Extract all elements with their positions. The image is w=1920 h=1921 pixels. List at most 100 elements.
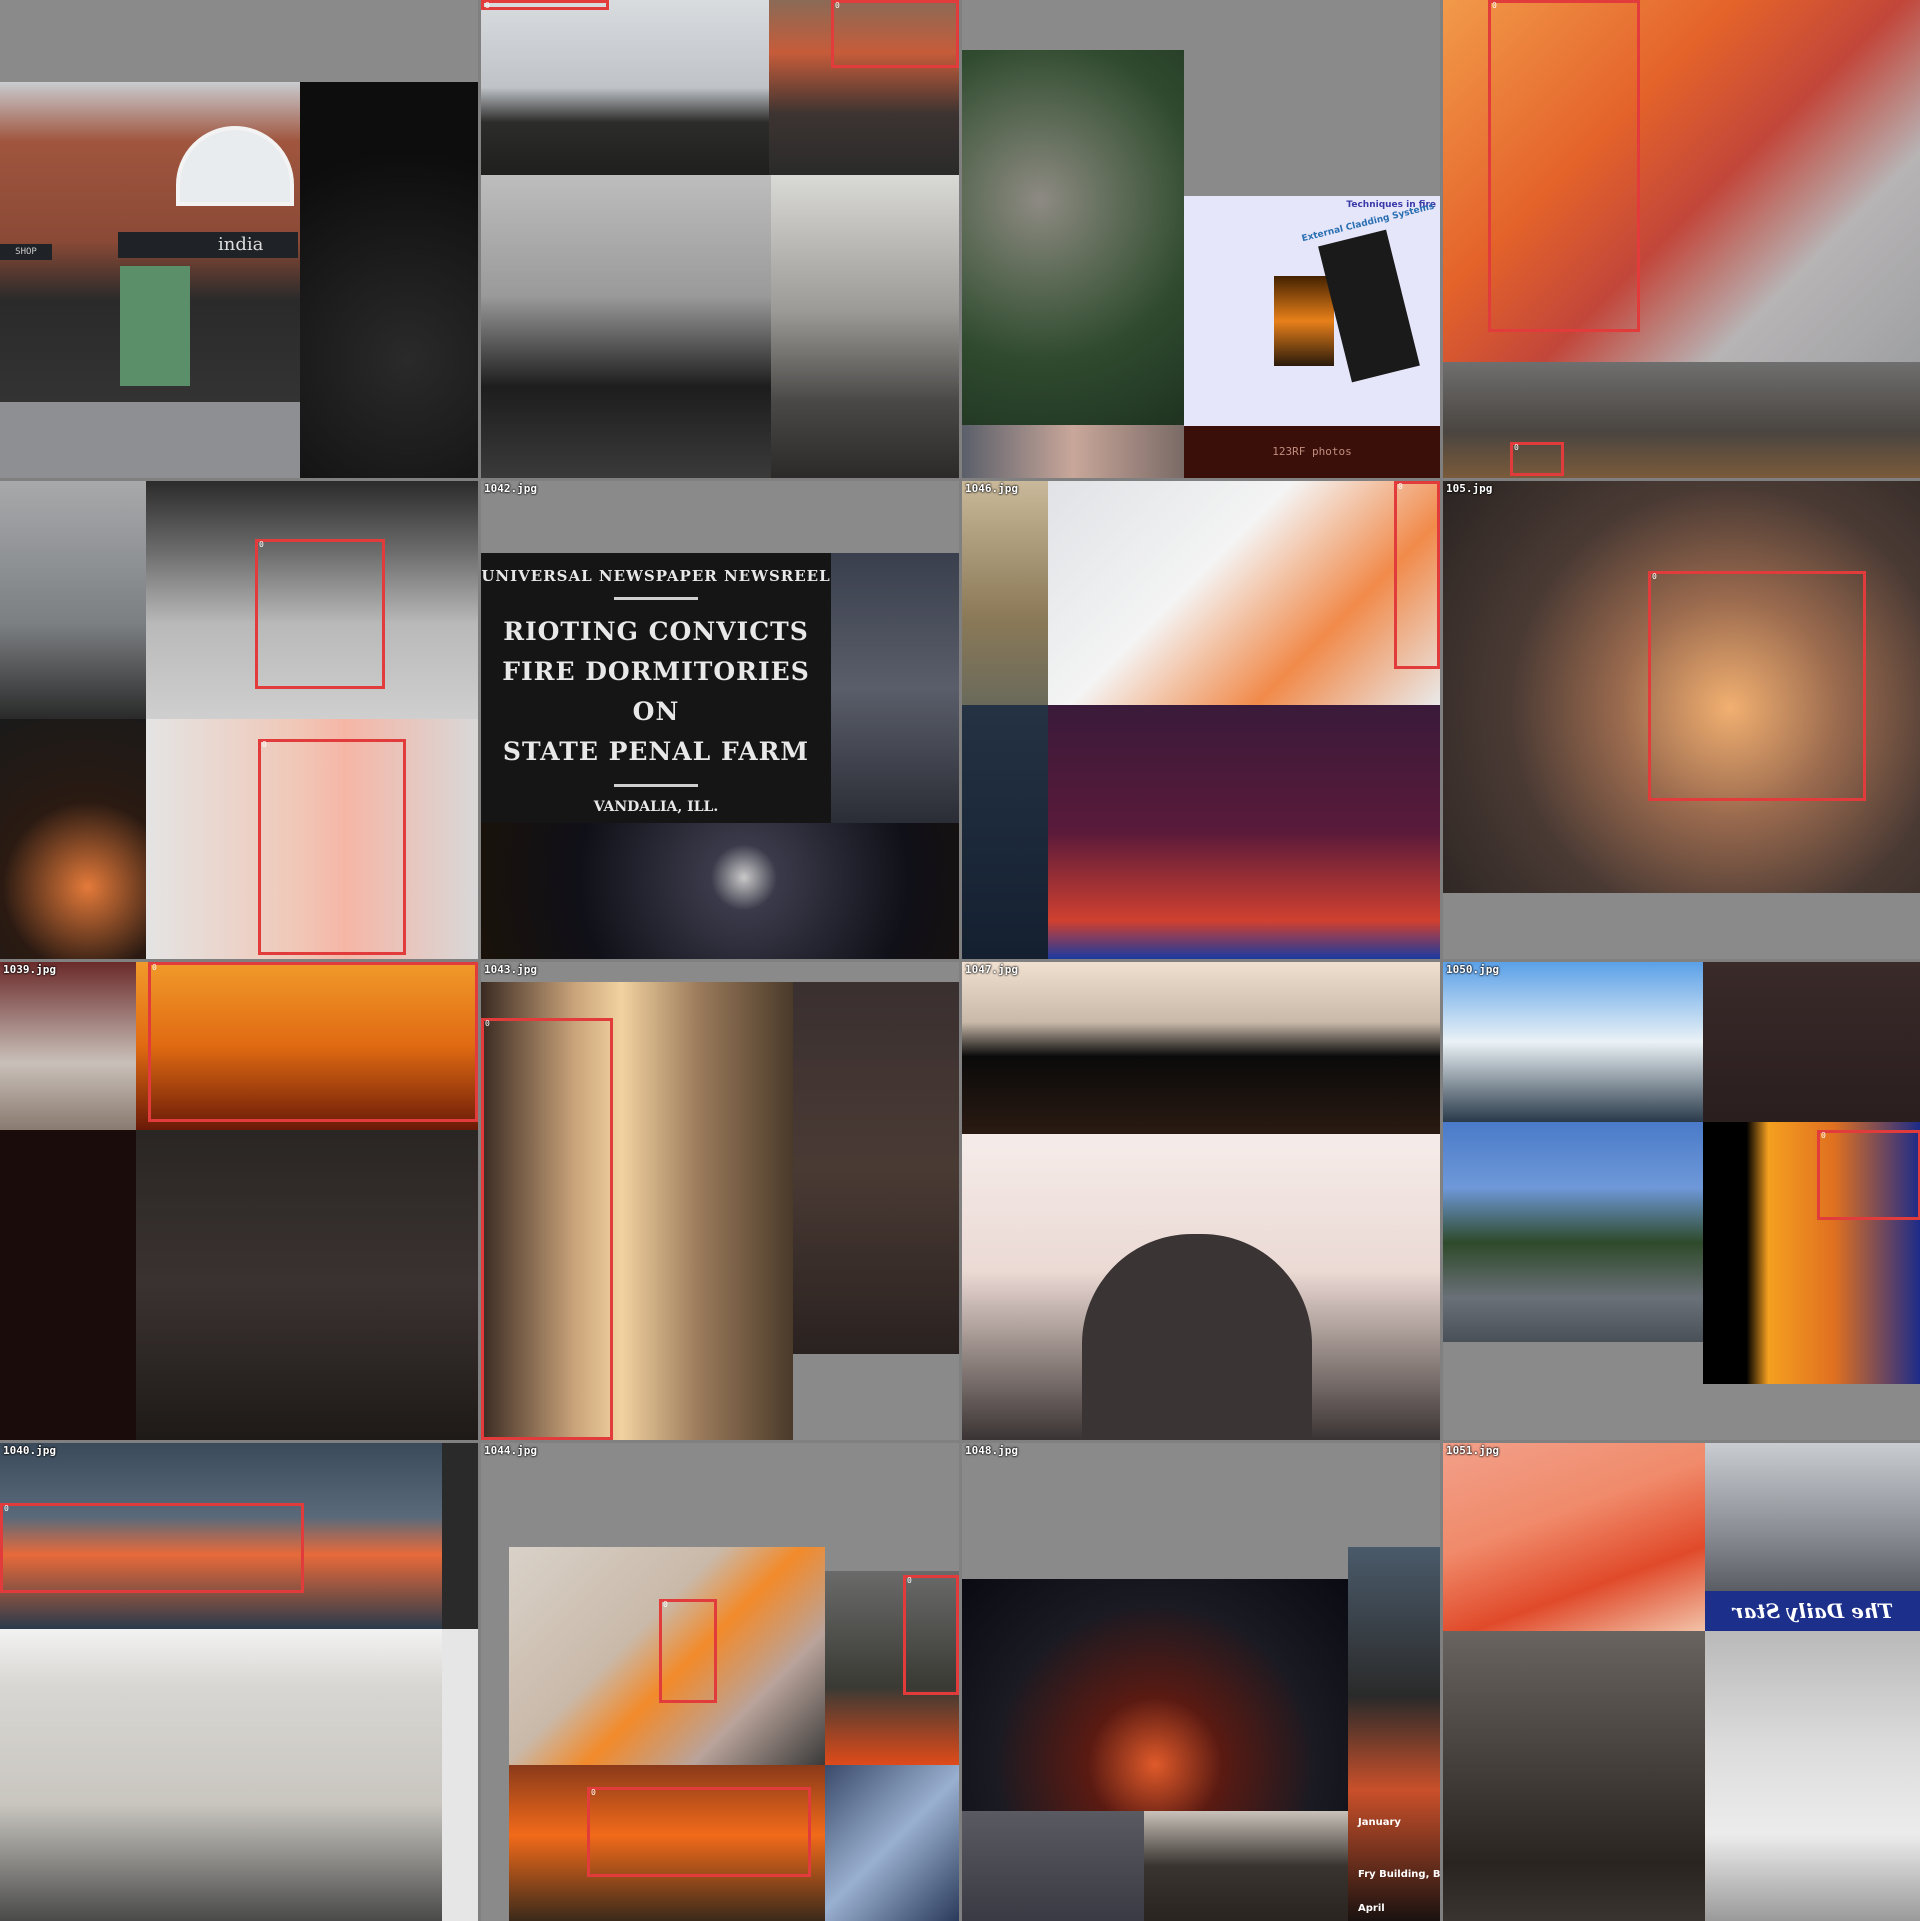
grid-cell-10[interactable]: 1043.jpg 0 [481,962,959,1440]
burnt-room-photo [1443,1631,1705,1921]
apartment-fire-photo [0,719,146,959]
image-label: 1044.jpg [484,1444,537,1457]
grid-cell-8[interactable]: 105.jpg 0 [1443,481,1920,959]
newsreel-rule [614,597,698,600]
detection-box: 0 [481,0,609,10]
doc-title: Techniques in fire [1346,200,1436,210]
building-photo [481,0,769,175]
grid-cell-5[interactable]: 0 0 [0,481,478,959]
detection-box: 0 [258,739,406,955]
firefighter-sunset-photo [1443,1443,1705,1631]
newsreel-headline-2: FIRE DORMITORIES ON [502,657,810,726]
detection-box: 0 [587,1787,811,1877]
document-page: Techniques in fire External Cladding Sys… [1184,196,1440,426]
detection-box: 0 [255,539,385,689]
image-label: 105.jpg [1446,482,1493,495]
kitchen-photo [1705,1631,1920,1921]
newsreel-headline-3: STATE PENAL FARM [502,737,810,766]
arched-window [176,126,294,206]
bristol-fire-photo: January Fry Building, Bristol April [1348,1547,1440,1921]
image-label: 1043.jpg [484,963,537,976]
newsreel-heading: UNIVERSAL NEWSPAPER NEWSREEL [481,567,831,585]
newsreel-title-card: UNIVERSAL NEWSPAPER NEWSREEL RIOTING CON… [481,553,831,823]
burning-dome-photo [481,175,771,478]
shopfront-photo: india SHOP [0,82,300,478]
grid-cell-15[interactable]: 1048.jpg January Fry Building, Bristol A… [962,1443,1440,1921]
grid-cell-14[interactable]: 1044.jpg 0 0 0 [481,1443,959,1921]
hotel-water-photo [1443,962,1703,1122]
image-label: 1040.jpg [3,1444,56,1457]
chinese-street-night-photo [793,982,959,1354]
dark-facade-photo [1703,962,1920,1122]
white-townhouse-photo [0,1629,442,1921]
detection-box: 0 [1817,1130,1920,1220]
detection-box: 0 [1648,571,1866,801]
image-label: 1048.jpg [965,1444,1018,1457]
charred-beam-photo [300,82,478,478]
cathedral-photo [962,425,1184,478]
caption-january: January [1358,1817,1401,1828]
dark-wall-photo [962,705,1048,959]
aerial-burn-photo [962,50,1184,425]
image-label: 1042.jpg [484,482,537,495]
crowd-photo [0,962,136,1130]
grid-cell-16[interactable]: 1051.jpg The Daily Star [1443,1443,1920,1921]
grid-cell-7[interactable]: 1046.jpg 0 [962,481,1440,959]
detection-box: 0 [1394,481,1440,669]
detection-box: 0 [831,0,959,68]
image-label: 1050.jpg [1446,963,1499,976]
smoky-arch-photo [962,1134,1440,1440]
shop-sign: india [118,232,298,258]
night-lines-photo [0,1130,136,1440]
doc-fire-figure [1274,276,1334,366]
grid-cell-3[interactable]: Techniques in fire External Cladding Sys… [962,0,1440,478]
grid-cell-12[interactable]: 1050.jpg 0 [1443,962,1920,1440]
pavement [0,402,300,478]
street-smoke-photo [962,1811,1144,1921]
detection-box: 0 [1510,442,1564,476]
shop-window [120,266,190,386]
shop-left-sign: SHOP [0,244,52,260]
newsreel-rule [614,784,698,787]
night-moon-photo [481,823,959,959]
pier-silhouette-photo [962,962,1440,1134]
arch-silhouette [1082,1234,1312,1440]
image-label: 1047.jpg [965,963,1018,976]
detection-box: 0 [659,1599,717,1703]
grid-cell-11[interactable]: 1047.jpg [962,962,1440,1440]
black-smoke-photo [1144,1811,1348,1921]
caption-april: April [1358,1903,1385,1914]
newsreel-headline-1: RIOTING CONVICTS [503,617,809,646]
grid-cell-13[interactable]: 1040.jpg 0 [0,1443,478,1921]
burnt-tree-photo [962,481,1048,705]
detection-box: 0 [481,1018,613,1440]
detection-box: 0 [0,1503,304,1593]
red-glow-photo [1048,705,1440,959]
firefighter-edge-photo [442,1443,478,1629]
tree-silhouette-photo [0,481,146,719]
glass-building-photo [825,1765,959,1921]
image-label: 1051.jpg [1446,1444,1499,1457]
detection-box: 0 [1488,0,1640,332]
image-grid: india SHOP 0 0 Techniques in fire Extern… [0,0,1920,1921]
grid-cell-4[interactable]: 0 0 [1443,0,1920,478]
grid-cell-2[interactable]: 0 0 [481,0,959,478]
grid-cell-1[interactable]: india SHOP [0,0,478,478]
ladder-truck-photo [1048,481,1440,705]
newsreel-place: VANDALIA, ILL. [593,799,719,815]
daily-star-masthead: The Daily Star [1705,1591,1920,1631]
watermark-photo: 123RF photos [1184,426,1440,478]
rubble-photo [1705,1443,1920,1591]
night-street-fire-photo [962,1579,1348,1811]
white-edge-photo [442,1629,478,1921]
image-label: 1046.jpg [965,482,1018,495]
grid-cell-9[interactable]: 1039.jpg 0 [0,962,478,1440]
caption-fry-building: Fry Building, Bristol [1358,1869,1440,1880]
demolition-excavator-photo [1443,1122,1703,1342]
firefighter-brick-photo [136,1130,478,1440]
detection-box: 0 [148,962,478,1122]
detection-box: 0 [903,1575,959,1695]
smoke-debris-photo [771,175,959,478]
cathedral-scaffold-photo [831,553,959,823]
grid-cell-6[interactable]: 1042.jpg UNIVERSAL NEWSPAPER NEWSREEL RI… [481,481,959,959]
